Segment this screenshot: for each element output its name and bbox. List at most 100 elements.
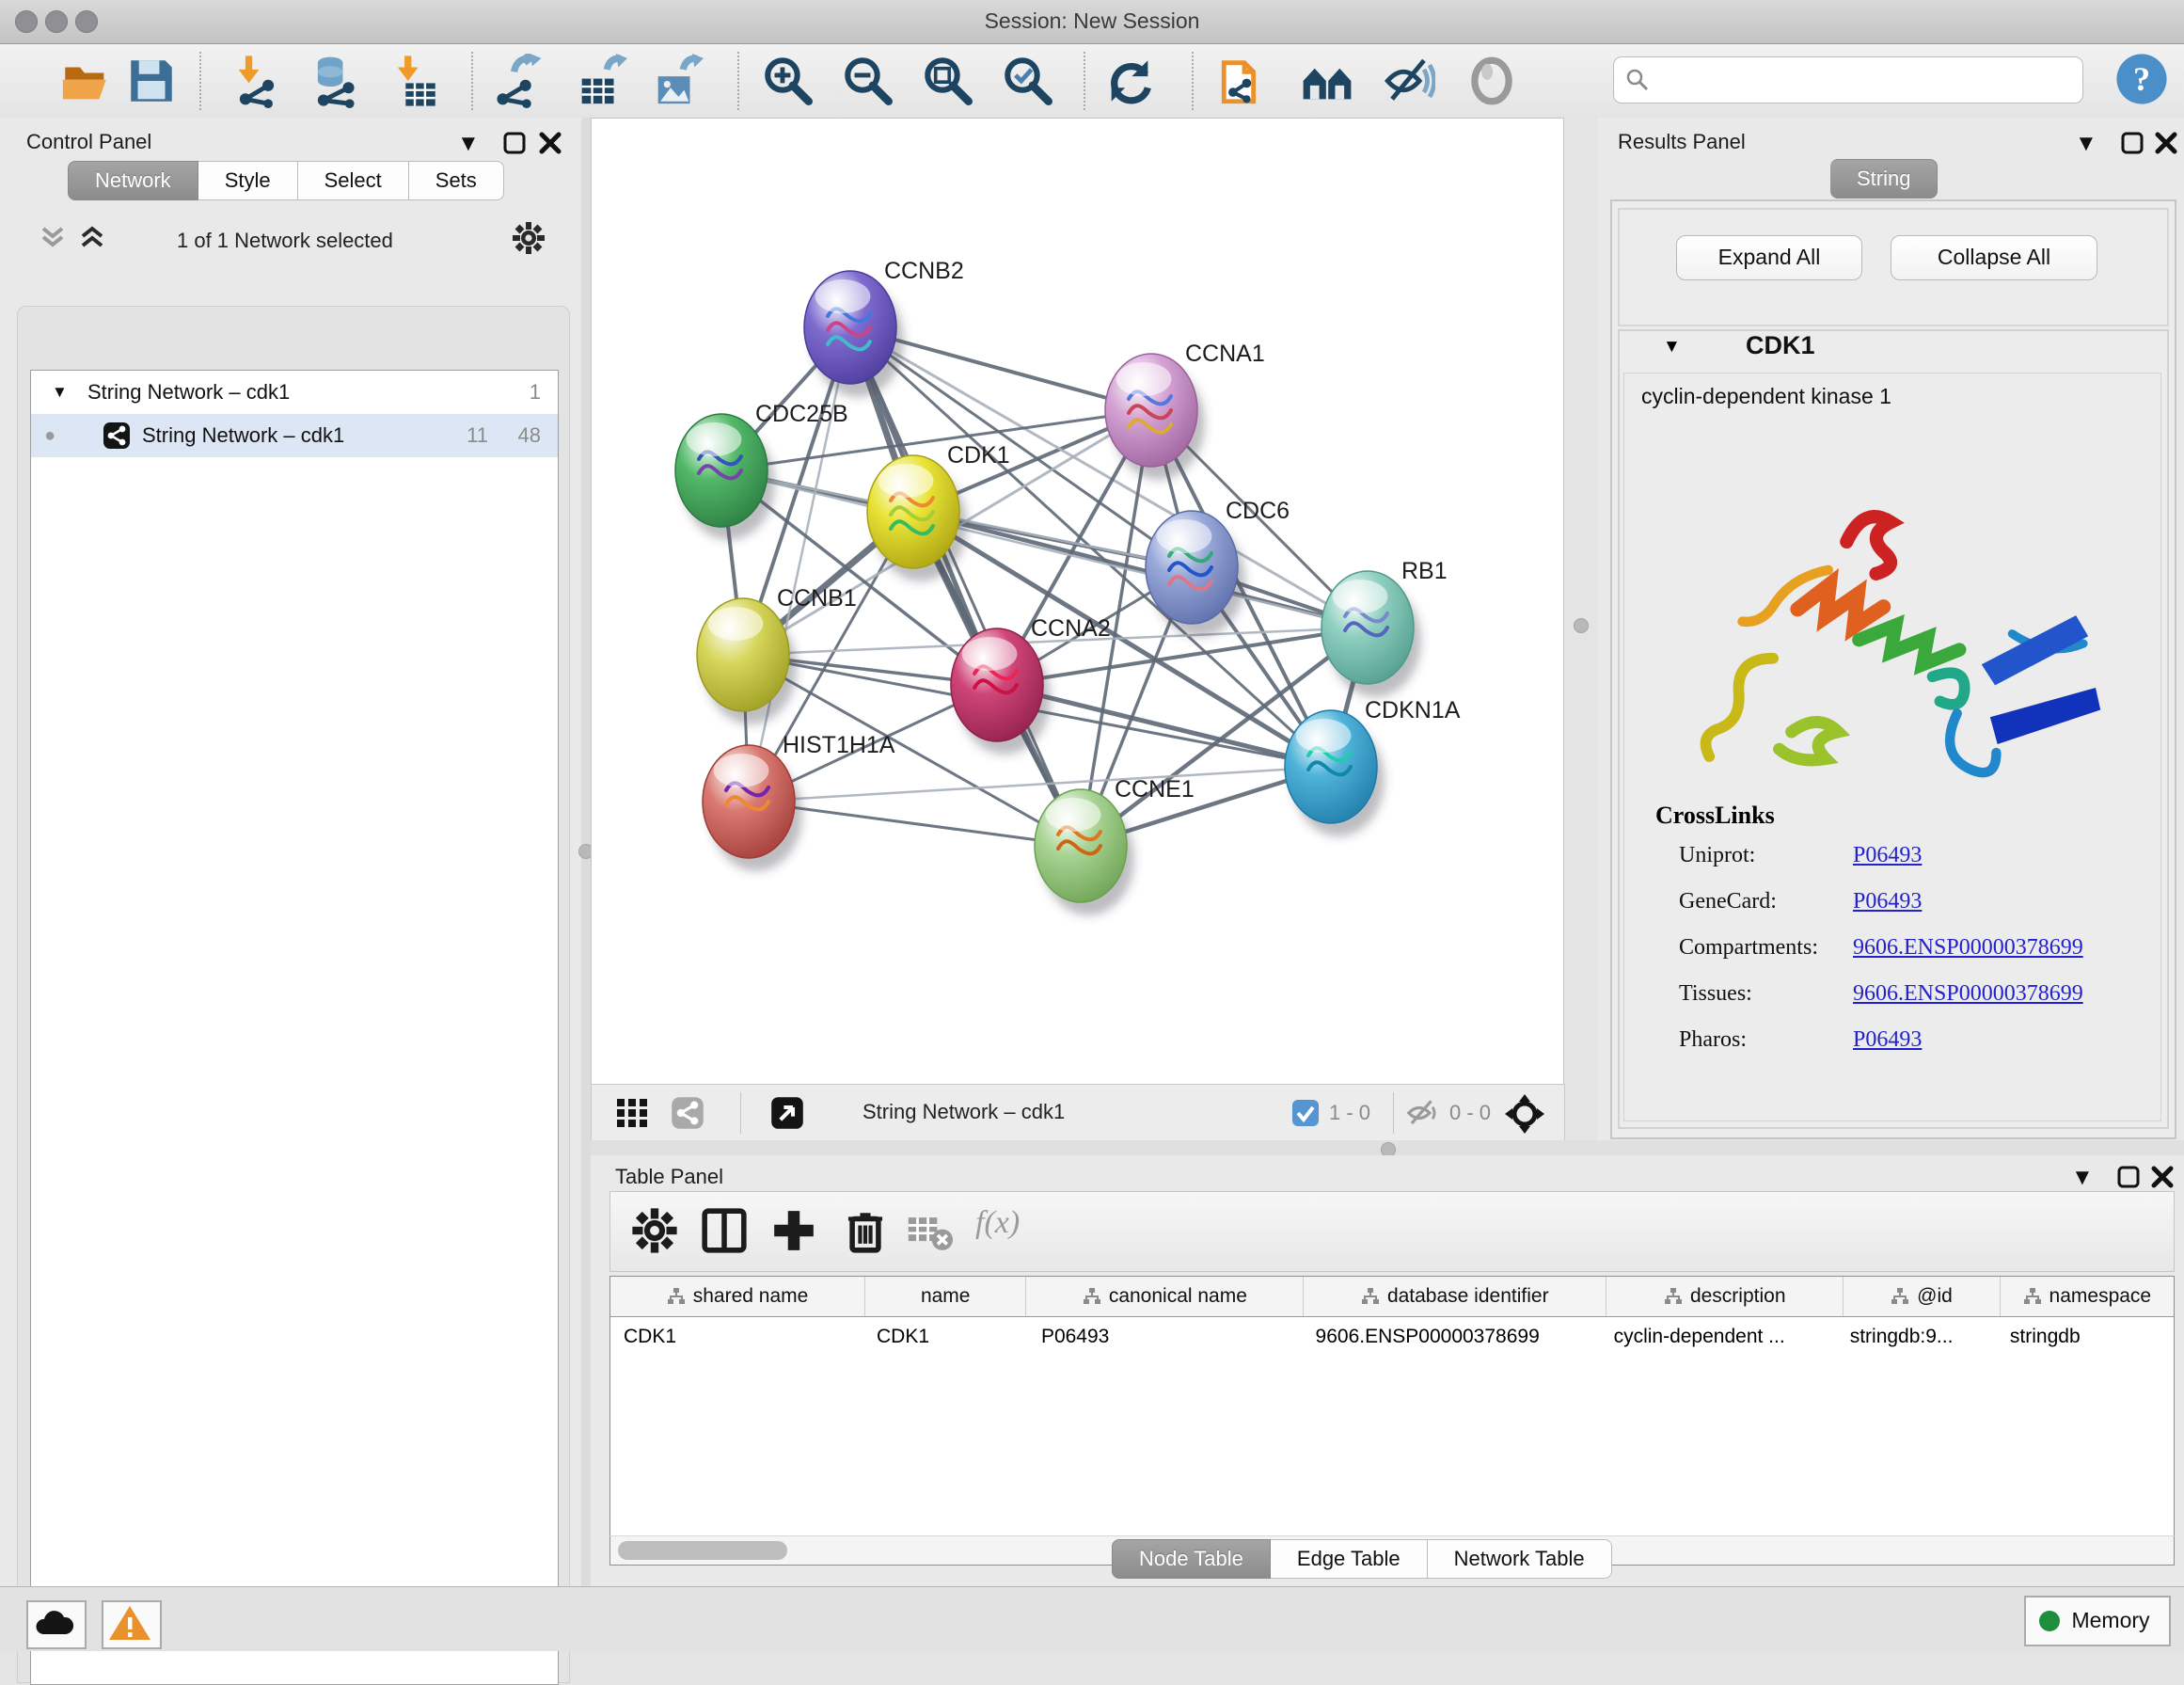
show-selection-icon[interactable]	[1464, 54, 1519, 108]
cell-shared-name[interactable]: CDK1	[610, 1317, 863, 1357]
tab-node-table[interactable]: Node Table	[1112, 1539, 1271, 1579]
delete-table-icon[interactable]	[906, 1207, 953, 1254]
table-panel-maximize-icon[interactable]	[2116, 1165, 2141, 1189]
tab-style[interactable]: Style	[198, 161, 298, 200]
zoom-out-icon[interactable]	[841, 54, 895, 108]
export-image-icon[interactable]	[649, 54, 704, 108]
node-gloss	[1157, 519, 1212, 553]
node-gloss	[1046, 798, 1101, 832]
crosslink-link[interactable]: 9606.ENSP00000378699	[1853, 935, 2083, 961]
crosslink-link[interactable]: P06493	[1853, 1027, 1922, 1053]
column-header-namespace[interactable]: namespace	[2001, 1277, 2174, 1316]
search-input[interactable]	[1655, 61, 2073, 99]
tab-select[interactable]: Select	[298, 161, 409, 200]
string-home-icon[interactable]	[1300, 54, 1354, 108]
network-view-title: String Network – cdk1	[863, 1100, 1065, 1124]
table-panel-float-icon[interactable]: ▼	[2071, 1167, 2094, 1189]
column-header-canonical-name[interactable]: canonical name	[1026, 1277, 1304, 1316]
network-tree-row-selected[interactable]: ● String Network – cdk1 11 48	[31, 414, 558, 457]
network-options-gear-icon[interactable]	[512, 221, 546, 255]
table-panel-close-icon[interactable]	[2150, 1165, 2175, 1189]
node-table: shared name name canonical name database…	[609, 1276, 2175, 1537]
table-gear-icon[interactable]	[631, 1207, 678, 1254]
protein-ribbon-segment	[1780, 723, 1839, 760]
node-gloss	[1116, 362, 1172, 396]
warning-status-button[interactable]	[102, 1600, 162, 1649]
network-canvas[interactable]: CCNB2CCNA1CDC25BCDK1CDC6RB1CCNB1CCNA2CDK…	[591, 118, 1565, 1086]
results-panel-close-icon[interactable]	[2154, 131, 2178, 155]
selected-count-label: 1 - 0	[1329, 1101, 1370, 1125]
protein-ribbon-segment	[1859, 626, 1959, 665]
crosslink-link[interactable]: 9606.ENSP00000378699	[1853, 981, 2083, 1007]
column-header-id[interactable]: @id	[1844, 1277, 2000, 1316]
tab-network-table[interactable]: Network Table	[1428, 1539, 1612, 1579]
left-splitter[interactable]	[581, 118, 591, 1586]
network-view-icon[interactable]	[671, 1096, 704, 1130]
birds-eye-view-icon[interactable]	[770, 1096, 804, 1130]
column-header-shared-name[interactable]: shared name	[610, 1277, 865, 1316]
column-header-database-identifier[interactable]: database identifier	[1304, 1277, 1606, 1316]
control-panel-maximize-icon[interactable]	[502, 131, 527, 155]
zoom-in-icon[interactable]	[761, 54, 815, 108]
cell-id[interactable]: stringdb:9...	[1837, 1317, 1997, 1357]
export-table-icon[interactable]	[573, 54, 627, 108]
open-session-icon[interactable]	[58, 54, 113, 108]
cell-name[interactable]: CDK1	[863, 1317, 1028, 1357]
zoom-fit-content-icon[interactable]	[921, 54, 975, 108]
import-string-network-icon[interactable]	[1217, 54, 1272, 108]
cell-description[interactable]: cyclin-dependent ...	[1601, 1317, 1837, 1357]
column-type-icon	[1083, 1287, 1101, 1306]
collapse-all-button[interactable]: Collapse All	[1891, 235, 2097, 280]
tree-expander-icon[interactable]: ▼	[52, 371, 68, 414]
help-icon[interactable]: ?	[2114, 52, 2169, 106]
delete-column-icon[interactable]	[842, 1207, 889, 1254]
edge-count: 48	[518, 414, 541, 457]
import-network-from-file-icon[interactable]	[229, 54, 284, 108]
memory-button[interactable]: Memory	[2024, 1596, 2171, 1646]
tab-string[interactable]: String	[1830, 159, 1938, 199]
crosslink-link[interactable]: P06493	[1853, 889, 1922, 914]
control-panel-close-icon[interactable]	[538, 131, 562, 155]
add-column-icon[interactable]	[770, 1207, 817, 1254]
zoom-selected-region-icon[interactable]	[1001, 54, 1055, 108]
cdk1-collapse-icon[interactable]: ▼	[1663, 337, 1681, 358]
apply-preferred-layout-icon[interactable]	[1102, 54, 1157, 108]
crosslink-link[interactable]: P06493	[1853, 843, 1922, 868]
table-panel-title: Table Panel	[615, 1165, 723, 1189]
right-splitter-grip[interactable]	[1574, 618, 1589, 633]
tab-sets[interactable]: Sets	[409, 161, 504, 200]
network-tree-root-row[interactable]: ▼ String Network – cdk1 1	[31, 371, 558, 414]
save-session-icon[interactable]	[124, 54, 179, 108]
tab-edge-table[interactable]: Edge Table	[1271, 1539, 1428, 1579]
hidden-count-eye-icon[interactable]	[1404, 1098, 1440, 1128]
hide-selection-icon[interactable]	[1381, 54, 1435, 108]
control-panel: Control Panel ▼ Network Style Select Set…	[0, 118, 581, 1586]
table-scrollbar-thumb[interactable]	[618, 1541, 787, 1560]
import-network-from-database-icon[interactable]	[308, 54, 362, 108]
collapse-all-networks-icon[interactable]	[38, 225, 70, 251]
network-edge[interactable]	[850, 327, 1081, 846]
export-network-icon[interactable]	[489, 54, 544, 108]
tab-network[interactable]: Network	[68, 161, 198, 200]
pan-crosshair-icon[interactable]	[1504, 1093, 1545, 1135]
results-panel-maximize-icon[interactable]	[2120, 131, 2144, 155]
column-header-description[interactable]: description	[1606, 1277, 1844, 1316]
cell-namespace[interactable]: stringdb	[1997, 1317, 2174, 1357]
column-header-name[interactable]: name	[865, 1277, 1026, 1316]
cell-database-identifier[interactable]: 9606.ENSP00000378699	[1303, 1317, 1601, 1357]
crosslinks-list: Uniprot:P06493GeneCard:P06493Compartment…	[1679, 843, 2159, 1073]
network-edge[interactable]	[749, 327, 850, 802]
expand-all-button[interactable]: Expand All	[1676, 235, 1862, 280]
selected-count-checkbox-icon[interactable]	[1291, 1099, 1320, 1127]
function-builder-icon[interactable]: f(x)	[975, 1205, 1020, 1241]
right-splitter[interactable]	[1563, 118, 1599, 1140]
cell-canonical-name[interactable]: P06493	[1028, 1317, 1303, 1357]
expand-all-networks-icon[interactable]	[77, 225, 109, 251]
select-columns-icon[interactable]	[701, 1207, 748, 1254]
cloud-status-button[interactable]	[26, 1600, 87, 1649]
control-panel-float-icon[interactable]: ▼	[457, 133, 480, 155]
network-name-label: String Network – cdk1	[142, 414, 344, 457]
grid-view-icon[interactable]	[616, 1098, 648, 1128]
import-table-from-file-icon[interactable]	[388, 54, 442, 108]
results-panel-float-icon[interactable]: ▼	[2075, 133, 2097, 155]
